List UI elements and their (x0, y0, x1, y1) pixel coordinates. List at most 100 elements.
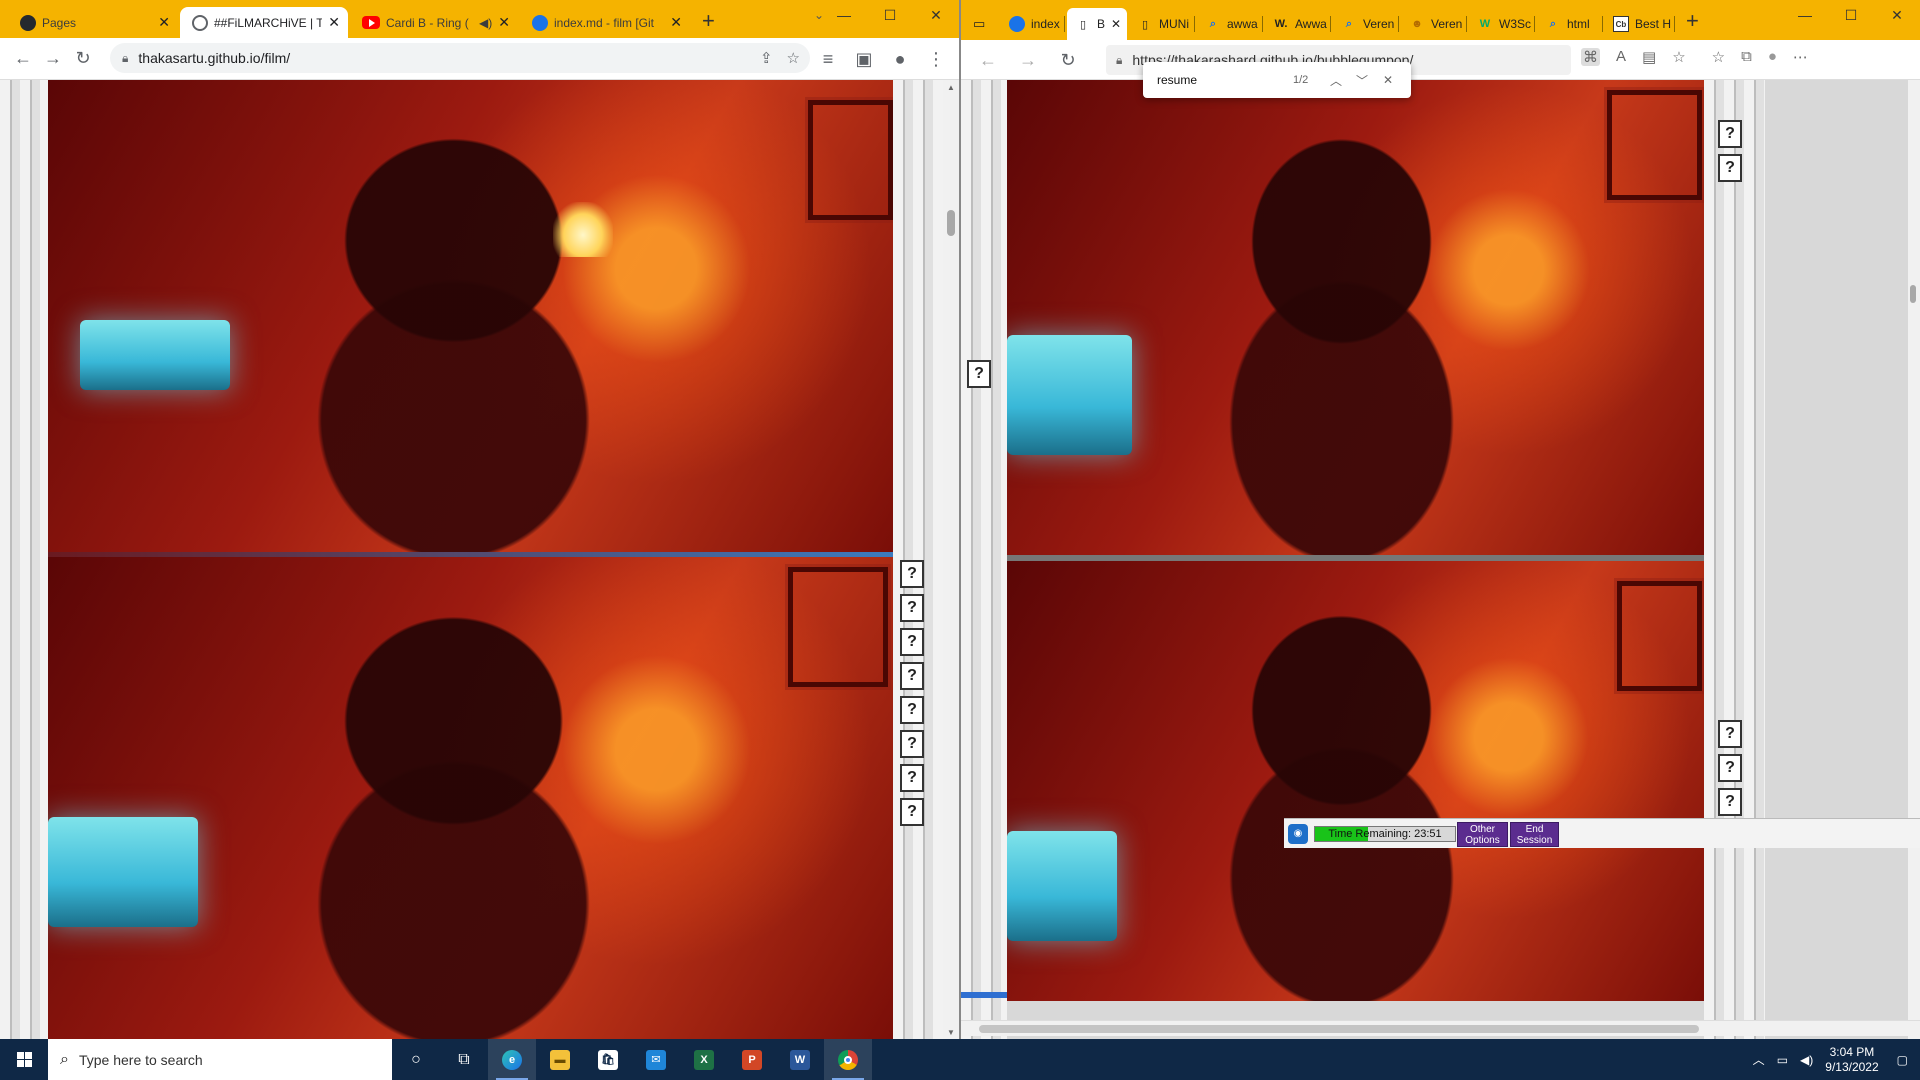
find-next-icon[interactable]: ﹀ (1349, 72, 1375, 89)
chrome-tab-filmarchive[interactable]: ##FiLMARCHiVE | Th ✕ (180, 7, 348, 38)
file-explorer-icon[interactable]: ▬ (536, 1039, 584, 1080)
chrome-tab-pages[interactable]: Pages ✕ (8, 7, 178, 38)
favorite-star-icon[interactable]: ☆ (1672, 48, 1685, 66)
powerpoint-icon[interactable]: P (728, 1039, 776, 1080)
new-tab-button[interactable]: + (1686, 10, 1699, 32)
share-icon[interactable]: ⇪ (760, 49, 773, 67)
side-panel-icon[interactable]: ▣ (849, 44, 879, 74)
excel-icon[interactable]: X (680, 1039, 728, 1080)
github-icon (20, 14, 36, 31)
minimize-icon[interactable]: — (1782, 0, 1828, 30)
task-view-icon[interactable]: ⧉ (440, 1039, 488, 1080)
horizontal-scrollbar[interactable] (961, 1020, 1920, 1036)
edge-tab-active[interactable]: ▯ B ✕ (1067, 8, 1127, 40)
chrome-tab-cardi-b[interactable]: Cardi B - Ring ( ◀) ✕ (350, 7, 518, 38)
profile-icon[interactable]: ● (885, 44, 915, 74)
bookmark-star-icon[interactable]: ☆ (787, 49, 800, 67)
edge-tab-muni[interactable]: ▯ MUNi (1129, 8, 1195, 40)
edge-taskbar-icon[interactable]: e (488, 1039, 536, 1080)
immersive-reader-icon[interactable]: ▤ (1642, 48, 1656, 66)
new-tab-button[interactable]: + (702, 10, 715, 32)
end-session-button[interactable]: End Session (1510, 822, 1559, 847)
collections-icon[interactable]: ⧉ (1741, 48, 1752, 66)
profile-icon[interactable]: ● (1768, 48, 1777, 66)
word-icon[interactable]: W (776, 1039, 824, 1080)
speaker-icon[interactable]: ◀) (479, 16, 492, 30)
other-options-button[interactable]: Other Options (1457, 822, 1508, 847)
minimize-icon[interactable]: — (821, 0, 867, 30)
vertical-scrollbar[interactable] (1908, 80, 1920, 1039)
notifications-icon[interactable]: ▢ (1897, 1053, 1908, 1067)
tab-actions-menu[interactable]: ▭ (965, 8, 997, 40)
close-icon[interactable]: ✕ (158, 14, 170, 31)
tab-title: W3Sc (1499, 17, 1532, 31)
tab-title: B (1097, 17, 1106, 31)
edge-tab-veren-2[interactable]: ☻ Veren (1401, 8, 1467, 40)
maximize-icon[interactable]: ☐ (867, 0, 913, 30)
question-box: ? (900, 730, 924, 758)
chrome-tab-index-md[interactable]: index.md - film [Git ✕ (520, 7, 690, 38)
favorites-icon[interactable]: ☆ (1712, 48, 1725, 66)
translate-icon[interactable]: ⌘ (1581, 48, 1600, 66)
chrome-taskbar-icon[interactable] (824, 1039, 872, 1080)
taskbar-search-box[interactable]: ⌕ Type here to search (48, 1039, 392, 1080)
tab-title: Best H (1635, 17, 1672, 31)
find-close-icon[interactable]: ✕ (1375, 73, 1401, 87)
question-box-column: ? ? ? ? ? ? ? ? (900, 560, 924, 826)
vertical-scrollbar[interactable]: ▲ ▼ (943, 80, 959, 1039)
session-app-icon: ◉ (1288, 823, 1308, 844)
scroll-thumb[interactable] (979, 1025, 1699, 1033)
edge-tab-html[interactable]: ⌕ html (1537, 8, 1603, 40)
tab-title: awwa (1227, 17, 1258, 31)
tab-title: index.md - film [Git (554, 15, 655, 30)
settings-menu-icon[interactable]: ⋯ (1793, 48, 1808, 66)
tab-actions-icon: ▭ (973, 16, 986, 31)
network-icon[interactable]: ▭ (1777, 1053, 1788, 1067)
scroll-up-icon[interactable]: ▲ (943, 80, 959, 94)
maximize-icon[interactable]: ☐ (1828, 0, 1874, 30)
close-icon[interactable]: ✕ (328, 14, 340, 31)
back-icon[interactable]: ← (8, 44, 38, 74)
reload-icon[interactable]: ↻ (1053, 45, 1083, 75)
volume-icon[interactable]: ◀) (1800, 1053, 1813, 1067)
address-bar-icons: ⌘ A ▤ ☆ ☆ ⧉ ● ⋯ (1581, 48, 1808, 66)
address-bar[interactable]: 🔒︎ thakasartu.github.io/film/ ⇪ ☆ (110, 43, 810, 73)
read-aloud-icon[interactable]: A (1616, 48, 1626, 66)
forward-icon[interactable]: → (38, 44, 68, 74)
decorative-pattern (1704, 80, 1765, 1039)
reload-icon[interactable]: ↻ (68, 44, 98, 74)
page-icon: ▯ (1079, 18, 1087, 31)
page-icon: ▯ (1141, 18, 1149, 31)
decorative-pattern (0, 80, 48, 1039)
edge-tab-best[interactable]: Cb Best H (1605, 8, 1675, 40)
github-icon (532, 14, 548, 31)
mail-icon[interactable]: ✉ (632, 1039, 680, 1080)
close-icon[interactable]: ✕ (1111, 17, 1121, 31)
store-icon[interactable]: 🛍︎ (584, 1039, 632, 1080)
media-control-icon[interactable]: ≡ (813, 44, 843, 74)
find-input[interactable] (1155, 72, 1283, 88)
edge-tab-index[interactable]: index (1001, 8, 1065, 40)
close-window-icon[interactable]: ✕ (1874, 0, 1920, 30)
edge-tab-awwwards[interactable]: W. Awwa (1265, 8, 1331, 40)
clock[interactable]: 3:04 PM 9/13/2022 (1825, 1045, 1878, 1075)
cb-icon: Cb (1613, 16, 1629, 32)
edge-tab-awwa[interactable]: ⌕ awwa (1197, 8, 1263, 40)
edge-toolbar: ← → ↻ 🔒︎ https://thakarashard.github.io/… (961, 40, 1920, 80)
youtube-icon (362, 16, 380, 29)
edge-tab-veren-1[interactable]: ⌕ Veren (1333, 8, 1399, 40)
show-hidden-icons-icon[interactable]: ︿ (1753, 1051, 1765, 1068)
close-icon[interactable]: ✕ (670, 14, 682, 31)
cortana-icon[interactable]: ○ (392, 1039, 440, 1080)
scroll-down-icon[interactable]: ▼ (943, 1025, 959, 1039)
edge-tab-w3schools[interactable]: W W3Sc (1469, 8, 1535, 40)
close-icon[interactable]: ✕ (498, 14, 510, 31)
forward-icon[interactable]: → (1013, 45, 1043, 75)
scroll-thumb[interactable] (947, 210, 955, 236)
find-previous-icon[interactable]: ︿ (1323, 72, 1349, 89)
close-window-icon[interactable]: ✕ (913, 0, 959, 30)
menu-icon[interactable]: ⋮ (921, 44, 951, 74)
back-icon[interactable]: ← (973, 45, 1003, 75)
scroll-thumb[interactable] (1910, 285, 1916, 303)
start-button[interactable] (0, 1039, 48, 1080)
